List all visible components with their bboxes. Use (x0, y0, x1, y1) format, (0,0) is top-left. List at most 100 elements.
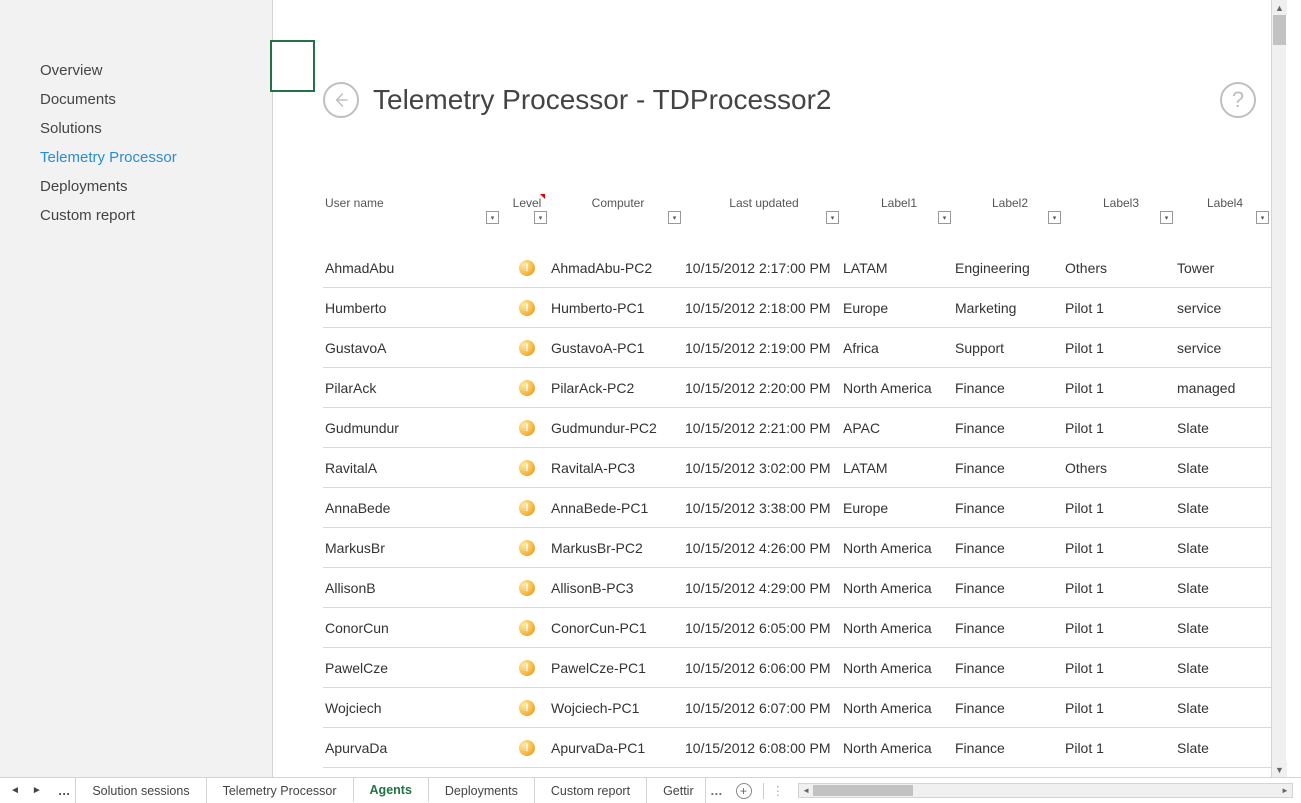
sidebar-item-documents[interactable]: Documents (0, 85, 272, 114)
cell-updated: 10/15/2012 3:02:00 PM (685, 460, 843, 476)
cell-updated: 10/15/2012 4:29:00 PM (685, 580, 843, 596)
filter-label4[interactable]: ▾ (1256, 211, 1269, 224)
cell-level: ! (503, 540, 551, 556)
col-username: User name▾ (323, 196, 503, 210)
table-row[interactable]: ApurvaDa!ApurvaDa-PC110/15/2012 6:08:00 … (323, 728, 1273, 768)
cell-computer: AhmadAbu-PC2 (551, 260, 685, 276)
hscroll-thumb[interactable] (813, 785, 913, 796)
hscroll-left-button[interactable]: ◄ (799, 784, 813, 797)
filter-username[interactable]: ▾ (486, 211, 499, 224)
table-row[interactable]: PilarAck!PilarAck-PC210/15/2012 2:20:00 … (323, 368, 1273, 408)
cell-level: ! (503, 660, 551, 676)
cell-label1: Europe (843, 300, 955, 316)
cell-label3: Pilot 1 (1065, 420, 1177, 436)
cell-updated: 10/15/2012 6:05:00 PM (685, 620, 843, 636)
sheet-prev-button[interactable]: ◄ (6, 785, 24, 796)
cell-selection[interactable] (270, 40, 315, 92)
cell-computer: RavitalA-PC3 (551, 460, 685, 476)
horizontal-scrollbar[interactable]: ◄ ► (798, 783, 1293, 798)
cell-updated: 10/15/2012 6:07:00 PM (685, 700, 843, 716)
warning-icon: ! (519, 740, 535, 756)
cell-username: Wojciech (323, 700, 503, 716)
cell-label4: Slate (1177, 740, 1273, 756)
table-row[interactable]: AhmadAbu!AhmadAbu-PC210/15/2012 2:17:00 … (323, 248, 1273, 288)
table-row[interactable]: Wojciech!Wojciech-PC110/15/2012 6:07:00 … (323, 688, 1273, 728)
sidebar-item-custom-report[interactable]: Custom report (0, 201, 272, 230)
sheet-next-button[interactable]: ► (28, 785, 46, 796)
filter-updated[interactable]: ▾ (826, 211, 839, 224)
tab-gettir[interactable]: Gettir (646, 778, 706, 803)
cell-label1: North America (843, 580, 955, 596)
data-table: User name▾ Level▾ Computer▾ Last updated… (323, 196, 1273, 768)
scroll-down-button[interactable]: ▼ (1272, 762, 1287, 777)
col-label3: Label3▾ (1065, 196, 1177, 210)
col-label1: Label1▾ (843, 196, 955, 210)
sidebar: OverviewDocumentsSolutionsTelemetry Proc… (0, 0, 273, 777)
drag-handle[interactable]: ⋮ (772, 783, 787, 798)
cell-label3: Pilot 1 (1065, 580, 1177, 596)
cell-label1: North America (843, 620, 955, 636)
col-computer: Computer▾ (551, 196, 685, 210)
cell-computer: MarkusBr-PC2 (551, 540, 685, 556)
col-updated: Last updated▾ (685, 196, 843, 210)
help-button[interactable]: ? (1220, 82, 1256, 118)
cell-label4: Slate (1177, 420, 1273, 436)
separator (763, 783, 764, 799)
table-row[interactable]: RavitalA!RavitalA-PC310/15/2012 3:02:00 … (323, 448, 1273, 488)
col-level: Level▾ (503, 196, 551, 210)
sidebar-item-solutions[interactable]: Solutions (0, 114, 272, 143)
cell-level: ! (503, 740, 551, 756)
table-header: User name▾ Level▾ Computer▾ Last updated… (323, 196, 1273, 232)
table-row[interactable]: Gudmundur!Gudmundur-PC210/15/2012 2:21:0… (323, 408, 1273, 448)
table-row[interactable]: MarkusBr!MarkusBr-PC210/15/2012 4:26:00 … (323, 528, 1273, 568)
hscroll-right-button[interactable]: ► (1278, 784, 1292, 797)
cell-label3: Pilot 1 (1065, 300, 1177, 316)
cell-label3: Pilot 1 (1065, 380, 1177, 396)
cell-label2: Finance (955, 620, 1065, 636)
warning-icon: ! (519, 660, 535, 676)
filter-level[interactable]: ▾ (534, 211, 547, 224)
filter-label2[interactable]: ▾ (1048, 211, 1061, 224)
sidebar-item-telemetry-processor[interactable]: Telemetry Processor (0, 143, 272, 172)
tab-deployments[interactable]: Deployments (428, 778, 535, 803)
warning-icon: ! (519, 340, 535, 356)
cell-label2: Finance (955, 660, 1065, 676)
cell-computer: GustavoA-PC1 (551, 340, 685, 356)
tab-custom-report[interactable]: Custom report (534, 778, 647, 803)
tabs-overflow-icon: … (706, 784, 727, 798)
sheet-more-button[interactable]: … (52, 784, 77, 798)
vertical-scrollbar[interactable]: ▲ ▼ (1271, 0, 1286, 777)
cell-label4: Slate (1177, 660, 1273, 676)
cell-label2: Finance (955, 460, 1065, 476)
scroll-up-button[interactable]: ▲ (1272, 0, 1287, 15)
warning-icon: ! (519, 460, 535, 476)
table-row[interactable]: Humberto!Humberto-PC110/15/2012 2:18:00 … (323, 288, 1273, 328)
scroll-thumb[interactable] (1273, 15, 1286, 45)
cell-level: ! (503, 460, 551, 476)
cell-label2: Finance (955, 700, 1065, 716)
tab-agents[interactable]: Agents (353, 778, 429, 803)
cell-username: GustavoA (323, 340, 503, 356)
sheet-nav-arrows: ◄ ► (0, 785, 52, 796)
sidebar-item-overview[interactable]: Overview (0, 56, 272, 85)
cell-label3: Pilot 1 (1065, 620, 1177, 636)
tab-solution-sessions[interactable]: Solution sessions (75, 778, 206, 803)
tab-telemetry-processor[interactable]: Telemetry Processor (206, 778, 354, 803)
cell-label4: Slate (1177, 700, 1273, 716)
cell-username: PawelCze (323, 660, 503, 676)
filter-computer[interactable]: ▾ (668, 211, 681, 224)
table-row[interactable]: PawelCze!PawelCze-PC110/15/2012 6:06:00 … (323, 648, 1273, 688)
cell-label2: Engineering (955, 260, 1065, 276)
sidebar-item-deployments[interactable]: Deployments (0, 172, 272, 201)
table-row[interactable]: AnnaBede!AnnaBede-PC110/15/2012 3:38:00 … (323, 488, 1273, 528)
cell-computer: Gudmundur-PC2 (551, 420, 685, 436)
back-button[interactable] (323, 82, 359, 118)
table-row[interactable]: AllisonB!AllisonB-PC310/15/2012 4:29:00 … (323, 568, 1273, 608)
add-sheet-button[interactable]: + (733, 783, 755, 799)
filter-label1[interactable]: ▾ (938, 211, 951, 224)
cell-updated: 10/15/2012 2:19:00 PM (685, 340, 843, 356)
table-row[interactable]: GustavoA! GustavoA-PC110/15/2012 2:19:00 … (323, 328, 1273, 368)
table-row[interactable]: ConorCun!ConorCun-PC110/15/2012 6:05:00 … (323, 608, 1273, 648)
cell-label1: LATAM (843, 260, 955, 276)
filter-label3[interactable]: ▾ (1160, 211, 1173, 224)
